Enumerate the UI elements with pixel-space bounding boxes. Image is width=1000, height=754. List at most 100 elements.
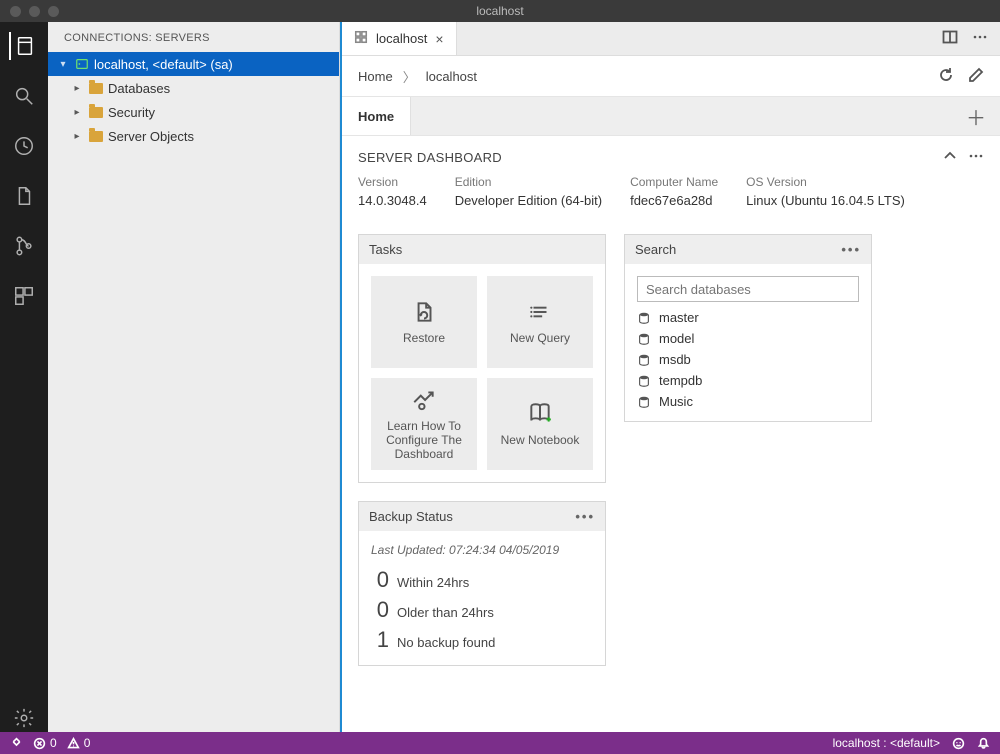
task-restore[interactable]: Restore (371, 276, 477, 368)
title-bar: localhost (0, 0, 1000, 22)
prop-value: Linux (Ubuntu 16.04.5 LTS) (746, 193, 905, 208)
editor-area: localhost × Home 〉 localhost (340, 22, 1000, 732)
tree-server-node[interactable]: ▾ localhost, <default> (sa) (48, 52, 339, 76)
backup-count: 0 (371, 597, 389, 623)
task-label: Learn How To Configure The Dashboard (377, 419, 471, 461)
backup-status-widget: Backup Status ••• Last Updated: 07:24:34… (358, 501, 606, 666)
status-warning-count: 0 (84, 736, 91, 750)
edit-icon[interactable] (968, 67, 984, 86)
activity-explorer-icon[interactable] (10, 182, 38, 210)
status-remote-icon[interactable] (10, 737, 23, 750)
tree-node-label: Security (108, 105, 155, 120)
tree-node-label: Databases (108, 81, 170, 96)
database-name: model (659, 331, 694, 346)
database-icon (637, 395, 651, 409)
backup-count: 0 (371, 567, 389, 593)
breadcrumb-current: localhost (426, 69, 477, 84)
activity-search-icon[interactable] (10, 82, 38, 110)
backup-count: 1 (371, 627, 389, 653)
subtab-home[interactable]: Home (342, 97, 411, 135)
editor-tab-localhost[interactable]: localhost × (342, 22, 457, 55)
database-icon (637, 311, 651, 325)
breadcrumb-home[interactable]: Home (358, 69, 393, 84)
backup-row: 0 Within 24hrs (371, 567, 593, 593)
widget-more-icon[interactable]: ••• (841, 242, 861, 257)
activity-history-icon[interactable] (10, 132, 38, 160)
activity-settings-icon[interactable] (10, 704, 38, 732)
database-name: tempdb (659, 373, 702, 388)
database-item[interactable]: master (637, 310, 859, 325)
editor-tab-bar: localhost × (342, 22, 1000, 56)
widget-title: Search (635, 242, 676, 257)
status-warnings[interactable]: 0 (67, 736, 91, 750)
more-actions-icon[interactable] (972, 29, 988, 48)
chevron-down-icon[interactable]: ▾ (56, 59, 70, 70)
database-item[interactable]: Music (637, 394, 859, 409)
prop-value: 14.0.3048.4 (358, 193, 427, 208)
backup-row: 0 Older than 24hrs (371, 597, 593, 623)
database-item[interactable]: model (637, 331, 859, 346)
status-feedback-icon[interactable] (952, 737, 965, 750)
tree-node-label: Server Objects (108, 129, 194, 144)
prop-os: OS Version Linux (Ubuntu 16.04.5 LTS) (746, 175, 905, 208)
task-learn-configure[interactable]: Learn How To Configure The Dashboard (371, 378, 477, 470)
tree-folder-server-objects[interactable]: ▸ Server Objects (48, 124, 339, 148)
window-title: localhost (0, 4, 1000, 18)
backup-label: Within 24hrs (397, 575, 469, 590)
collapse-icon[interactable] (942, 148, 958, 167)
database-item[interactable]: tempdb (637, 373, 859, 388)
activity-connections-icon[interactable] (9, 32, 37, 60)
prop-value: Developer Edition (64-bit) (455, 193, 602, 208)
status-error-count: 0 (50, 736, 57, 750)
status-errors[interactable]: 0 (33, 736, 57, 750)
status-notifications-icon[interactable] (977, 737, 990, 750)
close-tab-icon[interactable]: × (435, 31, 443, 47)
tasks-widget: Tasks Restore New Query (358, 234, 606, 483)
widget-title: Tasks (369, 242, 402, 257)
server-icon (74, 56, 90, 72)
prop-value: fdec67e6a28d (630, 193, 718, 208)
editor-tab-actions (942, 22, 1000, 55)
tree-folder-security[interactable]: ▸ Security (48, 100, 339, 124)
chevron-right-icon[interactable]: ▸ (70, 107, 84, 118)
folder-icon (88, 80, 104, 96)
restore-icon (411, 299, 437, 325)
notebook-icon (527, 401, 553, 427)
server-tree: ▾ localhost, <default> (sa) ▸ Databases … (48, 52, 339, 148)
task-new-notebook[interactable]: New Notebook (487, 378, 593, 470)
prop-version: Version 14.0.3048.4 (358, 175, 427, 208)
database-name: Music (659, 394, 693, 409)
task-new-query[interactable]: New Query (487, 276, 593, 368)
refresh-icon[interactable] (938, 67, 954, 86)
status-connection-label: localhost : <default> (833, 736, 940, 750)
split-editor-icon[interactable] (942, 29, 958, 48)
database-item[interactable]: msdb (637, 352, 859, 367)
prop-key: Edition (455, 175, 602, 189)
status-connection[interactable]: localhost : <default> (833, 736, 940, 750)
activity-source-control-icon[interactable] (10, 232, 38, 260)
widget-title: Backup Status (369, 509, 453, 524)
chevron-right-icon: 〉 (403, 67, 416, 86)
chevron-right-icon[interactable]: ▸ (70, 131, 84, 142)
more-icon[interactable] (968, 148, 984, 167)
chevron-right-icon[interactable]: ▸ (70, 83, 84, 94)
editor-tab-label: localhost (376, 31, 427, 46)
dashboard-title: SERVER DASHBOARD (358, 150, 502, 165)
prop-key: Version (358, 175, 427, 189)
breadcrumb-bar: Home 〉 localhost (342, 56, 1000, 96)
dashboard-properties: Version 14.0.3048.4 Edition Developer Ed… (358, 175, 984, 208)
database-list: master model msdb (637, 310, 859, 409)
search-databases-input[interactable] (637, 276, 859, 302)
folder-icon (88, 128, 104, 144)
tree-folder-databases[interactable]: ▸ Databases (48, 76, 339, 100)
add-tab-button[interactable]: ＋ (952, 97, 1000, 135)
search-widget: Search ••• master model (624, 234, 872, 422)
prop-key: OS Version (746, 175, 905, 189)
widget-more-icon[interactable]: ••• (575, 509, 595, 524)
database-name: msdb (659, 352, 691, 367)
backup-label: No backup found (397, 635, 495, 650)
database-icon (637, 353, 651, 367)
backup-label: Older than 24hrs (397, 605, 494, 620)
database-icon (637, 374, 651, 388)
activity-extensions-icon[interactable] (10, 282, 38, 310)
